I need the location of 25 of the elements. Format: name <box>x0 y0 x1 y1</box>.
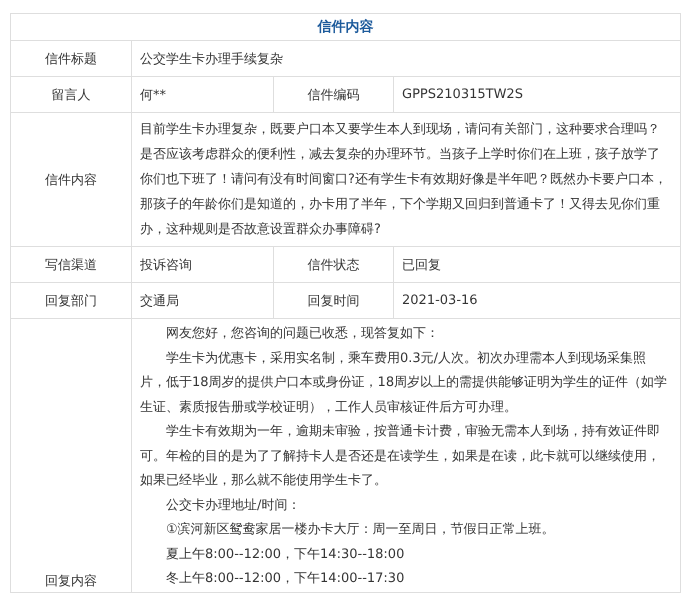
field-value: 2021-03-16 <box>394 282 680 318</box>
field-label: 回复内容 <box>10 318 132 592</box>
reply-paragraph: 学生卡为优惠卡，采用实名制，乘车费用0.3元/人次。初次办理需本人到现场采集照片，低于18周岁的提供户口本或身份证，18周岁以上的需提供能够证明为学生的证件（如学生证、素质报告册或学校证明），工作人员审核证件后方可办理。 <box>140 350 668 416</box>
field-label: 信件编码 <box>274 76 394 112</box>
table-title: 信件内容 <box>10 14 680 40</box>
field-value: GPPS210315TW2S <box>394 76 680 112</box>
field-value: 公交学生卡办理手续复杂 <box>132 40 680 76</box>
field-label: 留言人 <box>10 76 132 112</box>
field-label: 信件状态 <box>274 246 394 282</box>
field-value: 已回复 <box>394 246 680 282</box>
reply-paragraph: 学生卡有效期为一年，逾期未审验，按普通卡计费，审验无需本人到场，持有效证件即可。年检的目的是为了了解持卡人是否还是在读学生，如果是在读，此卡就可以继续使用，如果已经毕业，那么就不能使用学生卡了。 <box>140 422 661 490</box>
letter-text: 目前学生卡办理复杂，既要户口本又要学生本人到现场，请问有关部门，这种要求合理吗？是否应该考虑群众的便利性，减去复杂的办理环节。当孩子上学时你们在上班，孩子放学了你们也下班了！请问有没有时间窗口?还有学生卡有效期好像是半年吧？既然办卡要户口本，那孩子的年龄你们是知道的，办卡用了半年，下个学期又回归到普通卡了！又得去见你们重办，这种规则是否故意设置群众办事障碍? <box>132 112 680 246</box>
field-label: 回复时间 <box>274 282 394 318</box>
field-value: 交通局 <box>132 282 274 318</box>
field-label: 信件内容 <box>10 112 132 246</box>
field-value: 投诉咨询 <box>132 246 274 282</box>
field-label: 信件标题 <box>10 40 132 76</box>
reply-paragraph: ①滨河新区鸳鸯家居一楼办卡大厅：周一至周日，节假日正常上班。 <box>165 521 556 539</box>
field-label: 写信渠道 <box>10 246 132 282</box>
reply-paragraph: 冬上午8:00--12:00，下午14:00--17:30 <box>165 570 406 588</box>
reply-paragraph: 夏上午8:00--12:00，下午14:30--18:00 <box>165 546 406 564</box>
field-label: 回复部门 <box>10 282 132 318</box>
field-value: 何** <box>132 76 274 112</box>
reply-paragraph: 公交卡办理地址/时间： <box>165 496 302 514</box>
reply-paragraph: 网友您好，您咨询的问题已收悉，现答复如下： <box>165 325 440 343</box>
